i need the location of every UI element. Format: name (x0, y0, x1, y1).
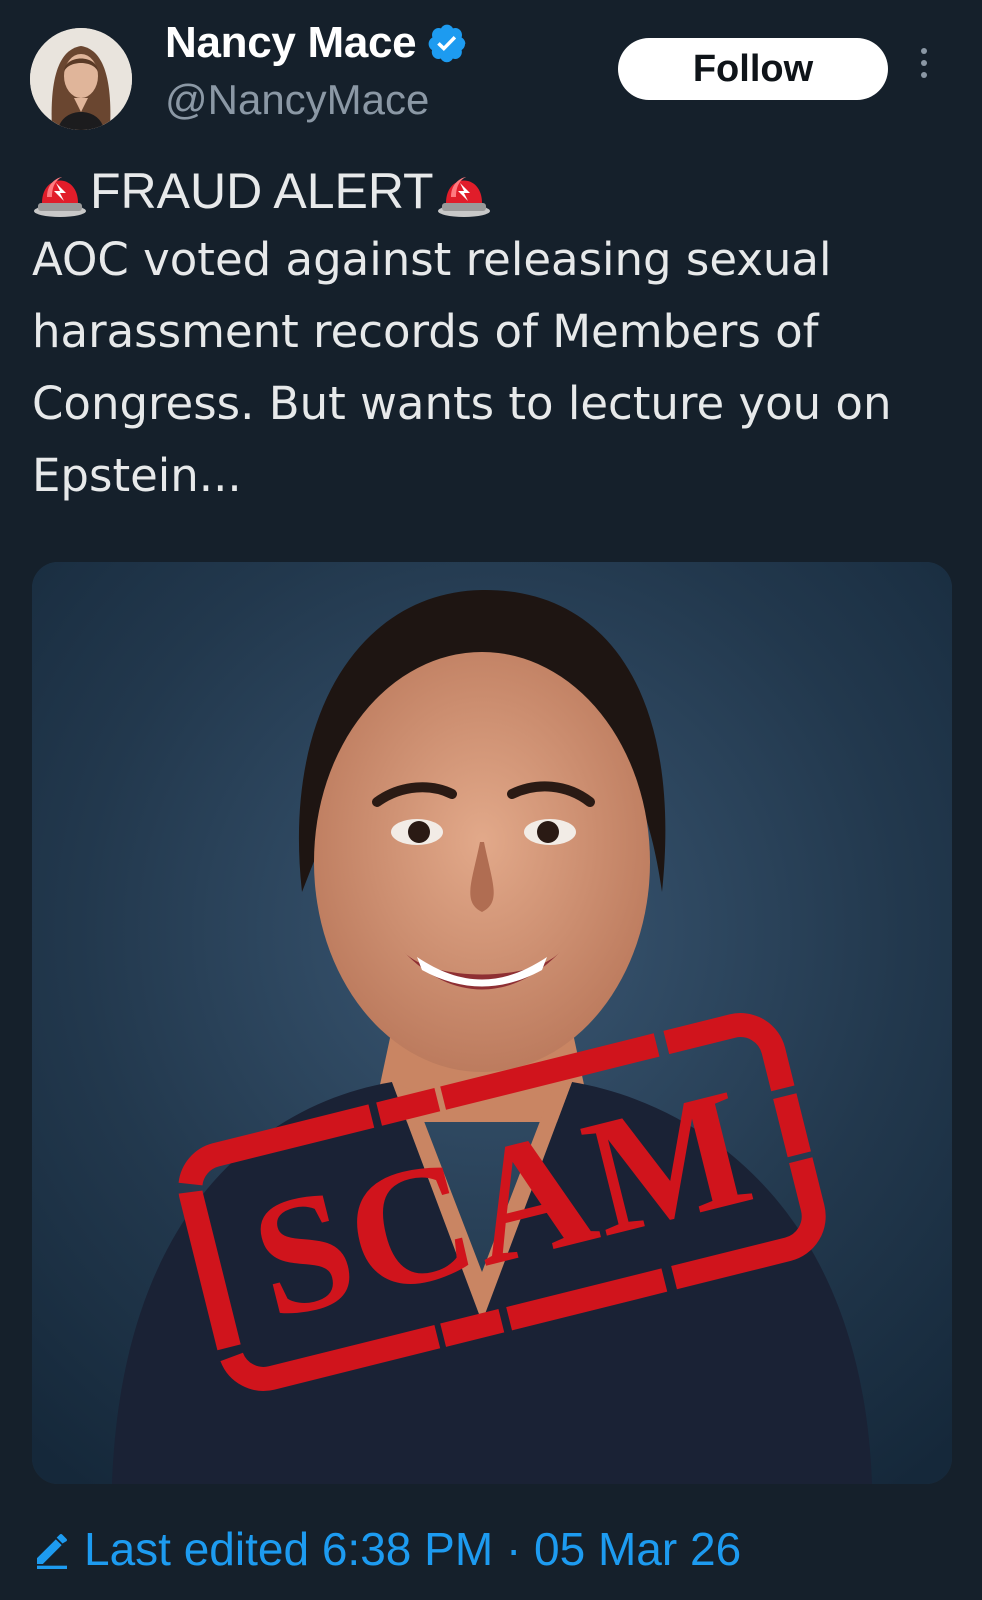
follow-button[interactable]: Follow (618, 38, 888, 100)
edit-timestamp[interactable]: Last edited 6:38 PM · 05 Mar 26 (84, 1522, 741, 1576)
edited-label: Last edited (84, 1523, 310, 1575)
police-light-icon (437, 177, 490, 217)
avatar-photo (30, 28, 132, 130)
verified-badge-icon (428, 24, 466, 63)
tweet-header: Nancy Mace @NancyMace Follow (0, 0, 982, 150)
alert-line: FRAUD ALERT (32, 158, 952, 224)
tweet-body: AOC voted against releasing sexual haras… (32, 233, 906, 502)
tweet-media-photo[interactable]: SCAM (32, 562, 952, 1484)
tweet-text: FRAUD ALERT AOC voted against releasing … (32, 158, 952, 512)
author-avatar[interactable] (30, 28, 132, 130)
alert-text: FRAUD ALERT (90, 163, 434, 219)
pencil-icon (37, 1534, 67, 1569)
portrait-photo: SCAM (32, 562, 952, 1484)
police-light-icon (34, 177, 86, 217)
tweet-footer: Last edited 6:38 PM · 05 Mar 26 (32, 1522, 741, 1576)
author-handle[interactable]: @NancyMace (165, 76, 429, 124)
edited-separator: · (505, 1523, 522, 1575)
more-vertical-icon[interactable] (916, 48, 932, 88)
author-name-row: Nancy Mace (165, 18, 468, 68)
edited-time: 6:38 PM (321, 1523, 494, 1575)
author-display-name[interactable]: Nancy Mace (165, 18, 417, 68)
edited-date: 05 Mar 26 (534, 1523, 742, 1575)
